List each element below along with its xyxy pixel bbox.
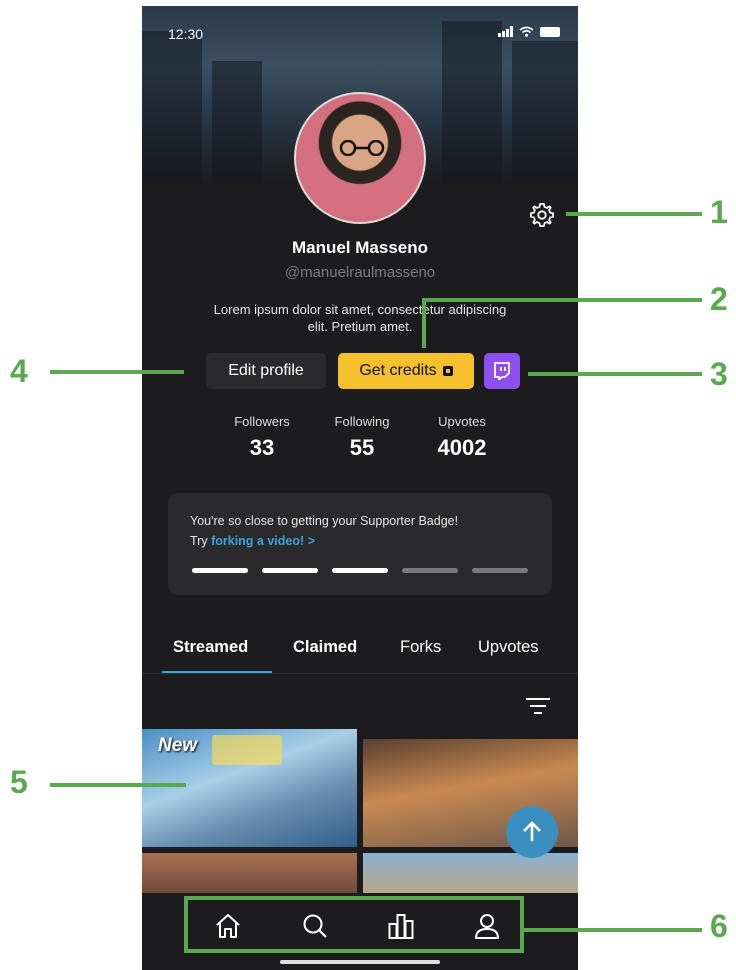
stat-value: 33 <box>249 435 275 460</box>
annotation-number-6: 6 <box>710 908 728 944</box>
annotation-line-1 <box>566 212 702 216</box>
annotation-number-4: 4 <box>10 353 28 389</box>
phone-screen: 12:30 Manuel Masseno @manuelraulmasseno … <box>142 6 578 970</box>
progress-segment-incomplete <box>472 568 528 573</box>
get-credits-button[interactable]: Get credits <box>338 353 474 389</box>
profile-name: Manuel Masseno <box>291 238 429 257</box>
gear-icon[interactable] <box>528 201 556 229</box>
filter-icon[interactable] <box>525 696 551 716</box>
supporter-badge-card: You're so close to getting your Supporte… <box>168 493 552 595</box>
annotation-line-5 <box>50 783 186 787</box>
annotation-number-2: 2 <box>710 281 728 317</box>
annotation-line-4 <box>50 370 184 374</box>
stat-label: Followers <box>234 414 290 429</box>
twitch-button[interactable] <box>484 353 520 389</box>
annotation-box-6 <box>184 896 524 953</box>
stat-value: 55 <box>349 435 375 460</box>
annotation-line-2 <box>422 298 702 302</box>
home-indicator <box>280 960 440 964</box>
annotation-line-3 <box>528 372 702 376</box>
tab-claimed[interactable]: Claimed <box>293 638 357 657</box>
annotation-connector-2 <box>422 298 426 348</box>
status-icons <box>498 26 560 37</box>
stat-label: Upvotes <box>438 414 486 429</box>
annotation-number-3: 3 <box>710 356 728 392</box>
credits-icon <box>442 366 453 376</box>
battery-icon <box>540 26 560 37</box>
video-thumbnail[interactable] <box>363 853 578 893</box>
stat-followers[interactable]: Followers 33 <box>217 414 307 461</box>
signal-icon <box>498 26 513 37</box>
tab-forks[interactable]: Forks <box>400 638 441 657</box>
badge-cta: Try forking a video! > <box>190 534 315 548</box>
video-thumbnail[interactable] <box>142 853 357 893</box>
edit-profile-button[interactable]: Edit profile <box>206 353 326 389</box>
stat-following[interactable]: Following 55 <box>317 414 407 461</box>
profile-handle: @manuelraulmasseno <box>284 264 436 281</box>
avatar <box>294 92 426 224</box>
stat-upvotes[interactable]: Upvotes 4002 <box>417 414 507 461</box>
progress-segment-complete <box>262 568 318 573</box>
status-time: 12:30 <box>168 26 204 42</box>
badge-message: You're so close to getting your Supporte… <box>190 514 459 528</box>
fork-video-link[interactable]: forking a video! <box>211 534 304 548</box>
annotation-number-5: 5 <box>10 764 28 800</box>
tab-streamed[interactable]: Streamed <box>173 638 248 657</box>
progress-segment-complete <box>332 568 388 573</box>
victory-banner <box>212 735 282 765</box>
active-tab-indicator <box>162 671 272 673</box>
badge-try-text: Try <box>190 534 208 548</box>
progress-segment-complete <box>192 568 248 573</box>
annotation-line-6 <box>524 928 702 932</box>
scroll-to-top-button[interactable] <box>506 806 558 858</box>
twitch-icon <box>494 362 510 380</box>
new-badge: New <box>158 735 198 756</box>
glasses-graphic <box>339 140 385 156</box>
get-credits-label: Get credits <box>359 362 437 379</box>
annotation-number-1: 1 <box>710 194 728 230</box>
wifi-icon <box>519 26 534 37</box>
arrow-up-icon <box>523 821 541 841</box>
progress-segment-incomplete <box>402 568 458 573</box>
profile-bio: Lorem ipsum dolor sit amet, consectetur … <box>213 302 507 334</box>
chevron-right-icon: > <box>307 534 315 548</box>
stat-label: Following <box>334 414 390 429</box>
tab-upvotes[interactable]: Upvotes <box>478 638 539 657</box>
stat-value: 4002 <box>437 435 487 460</box>
video-thumbnail[interactable]: New <box>142 729 357 847</box>
tabs-divider <box>142 673 578 674</box>
